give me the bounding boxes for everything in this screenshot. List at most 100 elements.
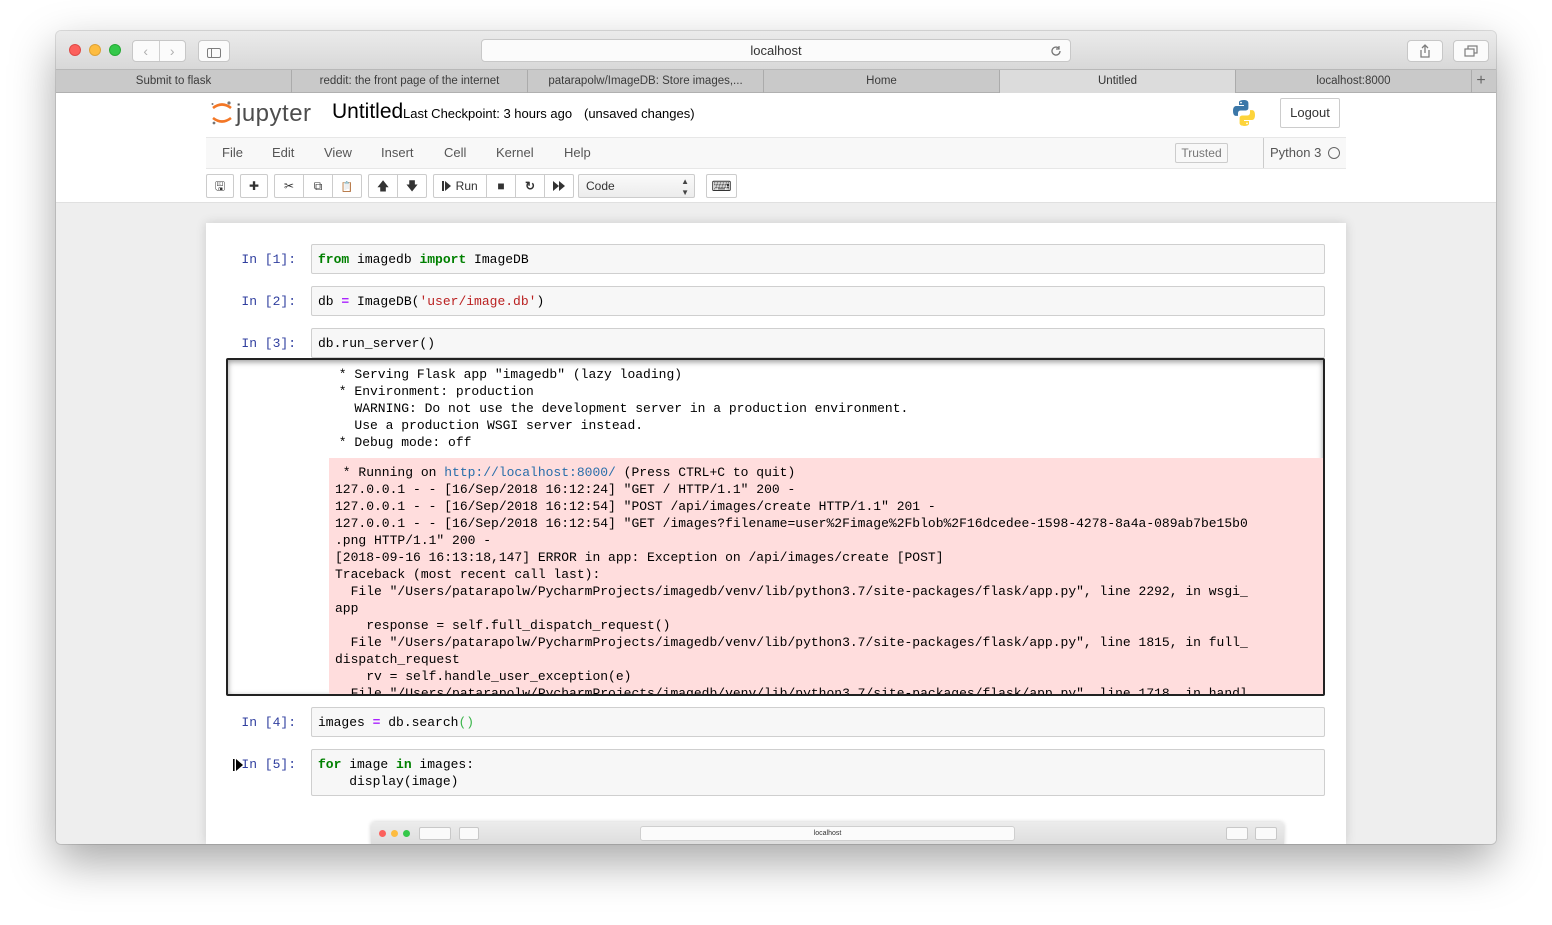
close-window-button[interactable]: [69, 44, 81, 56]
stderr-log: 127.0.0.1 - - [16/Sep/2018 16:12:24] "GE…: [335, 482, 1248, 696]
save-icon: 🖫: [214, 179, 226, 193]
save-button[interactable]: 🖫: [206, 174, 234, 198]
run-label: Run: [455, 179, 478, 193]
step-forward-icon: [442, 181, 452, 191]
unsaved-changes: (unsaved changes): [584, 106, 695, 121]
server-url-link[interactable]: http://localhost:8000/: [444, 465, 616, 480]
cell-type-value: Code: [586, 179, 615, 193]
nav-buttons: ‹ ›: [132, 40, 186, 62]
interrupt-kernel-button[interactable]: ■: [486, 174, 516, 198]
cell-prompt: In [5]:: [241, 757, 296, 772]
arrow-up-icon: 🡅: [376, 179, 390, 193]
cell-type-select[interactable]: Code ▲ ▼: [578, 174, 695, 198]
menu-cell[interactable]: Cell: [444, 138, 466, 168]
logout-button[interactable]: Logout: [1280, 98, 1340, 128]
code-text: image: [341, 757, 397, 772]
cell-prompt: In [1]:: [241, 252, 296, 267]
paste-icon: 📋: [340, 182, 354, 193]
title-bar: ‹ › localhost: [56, 31, 1496, 69]
code-string: 'user/image.db': [419, 294, 537, 309]
command-palette-button[interactable]: ⌨: [706, 174, 737, 198]
new-tab-button[interactable]: +: [1472, 70, 1490, 92]
select-arrows-icon: ▲ ▼: [681, 177, 689, 197]
run-button[interactable]: Run: [433, 174, 487, 198]
code-cell-input[interactable]: images = db.search(): [311, 707, 1325, 737]
arrow-down-icon: 🡇: [405, 179, 419, 193]
mini-zoom-dot: [403, 830, 410, 837]
scissors-icon: ✂: [283, 179, 295, 193]
kernel-name: Python 3: [1263, 138, 1321, 168]
tab-untitled[interactable]: Untitled: [1000, 70, 1236, 93]
python-logo-icon: [1233, 100, 1255, 126]
stderr-text: (Press CTRL+C to quit): [615, 465, 796, 480]
copy-button[interactable]: ⧉: [303, 174, 333, 198]
share-button[interactable]: [1407, 40, 1443, 62]
menu-view[interactable]: View: [324, 138, 352, 168]
stderr-output: * Running on http://localhost:8000/ (Pre…: [329, 458, 1323, 696]
code-text: ): [536, 294, 545, 309]
forward-button[interactable]: ›: [160, 41, 186, 61]
zoom-window-button[interactable]: [109, 44, 121, 56]
menu-bar: File Edit View Insert Cell Kernel Help T…: [206, 137, 1346, 169]
notebook-toolbar: 🖫 ✚ ✂ ⧉ 📋 🡅 🡇 Run ■ ↻ Code ▲ ▼ ⌨: [206, 174, 1346, 200]
insert-cell-button[interactable]: ✚: [240, 174, 268, 198]
share-icon: [1420, 44, 1430, 58]
code-cell-input[interactable]: from imagedb import ImageDB: [311, 244, 1325, 274]
mini-tabs-icon: [1255, 827, 1277, 840]
trusted-badge[interactable]: Trusted: [1175, 143, 1228, 163]
mini-share-icon: [1226, 827, 1248, 840]
cell-output-scroll-area[interactable]: * Serving Flask app "imagedb" (lazy load…: [226, 358, 1325, 696]
stderr-text: * Running on: [335, 465, 445, 480]
fast-forward-icon: [553, 181, 565, 191]
restart-kernel-button[interactable]: ↻: [515, 174, 545, 198]
plus-icon: ✚: [248, 179, 260, 193]
kernel-idle-indicator-icon: [1328, 147, 1340, 159]
code-parens: (): [458, 715, 475, 730]
notebook-container: In [1]: from imagedb import ImageDB In […: [206, 223, 1346, 844]
move-down-button[interactable]: 🡇: [397, 174, 427, 198]
code-text: ImageDB(: [349, 294, 420, 309]
cut-button[interactable]: ✂: [274, 174, 304, 198]
address-text: localhost: [750, 43, 802, 58]
code-text: db.run_server(): [318, 336, 436, 351]
menu-edit[interactable]: Edit: [272, 138, 294, 168]
tab-imagedb-github[interactable]: patarapolw/ImageDB: Store images,...: [528, 70, 764, 93]
tab-submit-to-flask[interactable]: Submit to flask: [56, 70, 292, 93]
sidebar-icon: [207, 48, 221, 58]
menu-file[interactable]: File: [222, 138, 243, 168]
tab-reddit[interactable]: reddit: the front page of the internet: [292, 70, 528, 93]
code-cell-input[interactable]: for image in images: display(image): [311, 749, 1325, 796]
jupyter-logo[interactable]: jupyter: [210, 98, 320, 128]
sidebar-toggle-button[interactable]: [198, 40, 230, 62]
jupyter-header: jupyter Untitled Last Checkpoint: 3 hour…: [56, 93, 1496, 203]
mini-sidebar-icon: [459, 827, 479, 840]
last-checkpoint: Last Checkpoint: 3 hours ago: [403, 106, 573, 121]
paste-button[interactable]: 📋: [332, 174, 362, 198]
browser-window: ‹ › localhost Submit to flask reddit: th…: [56, 31, 1496, 844]
menu-kernel[interactable]: Kernel: [496, 138, 534, 168]
stdout-output: * Serving Flask app "imagedb" (lazy load…: [338, 367, 909, 450]
code-keyword: import: [419, 252, 467, 267]
tab-localhost-8000[interactable]: localhost:8000: [1236, 70, 1472, 93]
mini-nav-buttons: [419, 827, 451, 840]
show-tabs-button[interactable]: [1453, 40, 1489, 62]
address-bar[interactable]: localhost: [481, 39, 1071, 62]
code-cell-input[interactable]: db = ImageDB('user/image.db'): [311, 286, 1325, 316]
tabs-overview-icon: [1464, 45, 1478, 57]
restart-run-all-button[interactable]: [544, 174, 574, 198]
minimize-window-button[interactable]: [89, 44, 101, 56]
tab-home[interactable]: Home: [764, 70, 1000, 93]
copy-icon: ⧉: [313, 179, 323, 193]
code-text: images: [318, 715, 373, 730]
menu-insert[interactable]: Insert: [381, 138, 414, 168]
displayed-image-output: localhost: [371, 822, 1284, 844]
notebook-title[interactable]: Untitled: [332, 100, 403, 124]
back-button[interactable]: ‹: [133, 41, 160, 61]
reload-icon[interactable]: [1050, 40, 1062, 63]
code-text: db.search: [380, 715, 459, 730]
cell-prompt: In [3]:: [241, 336, 296, 351]
code-cell-input[interactable]: db.run_server(): [311, 328, 1325, 358]
move-up-button[interactable]: 🡅: [368, 174, 398, 198]
menu-help[interactable]: Help: [564, 138, 591, 168]
cell-prompt: In [2]:: [241, 294, 296, 309]
